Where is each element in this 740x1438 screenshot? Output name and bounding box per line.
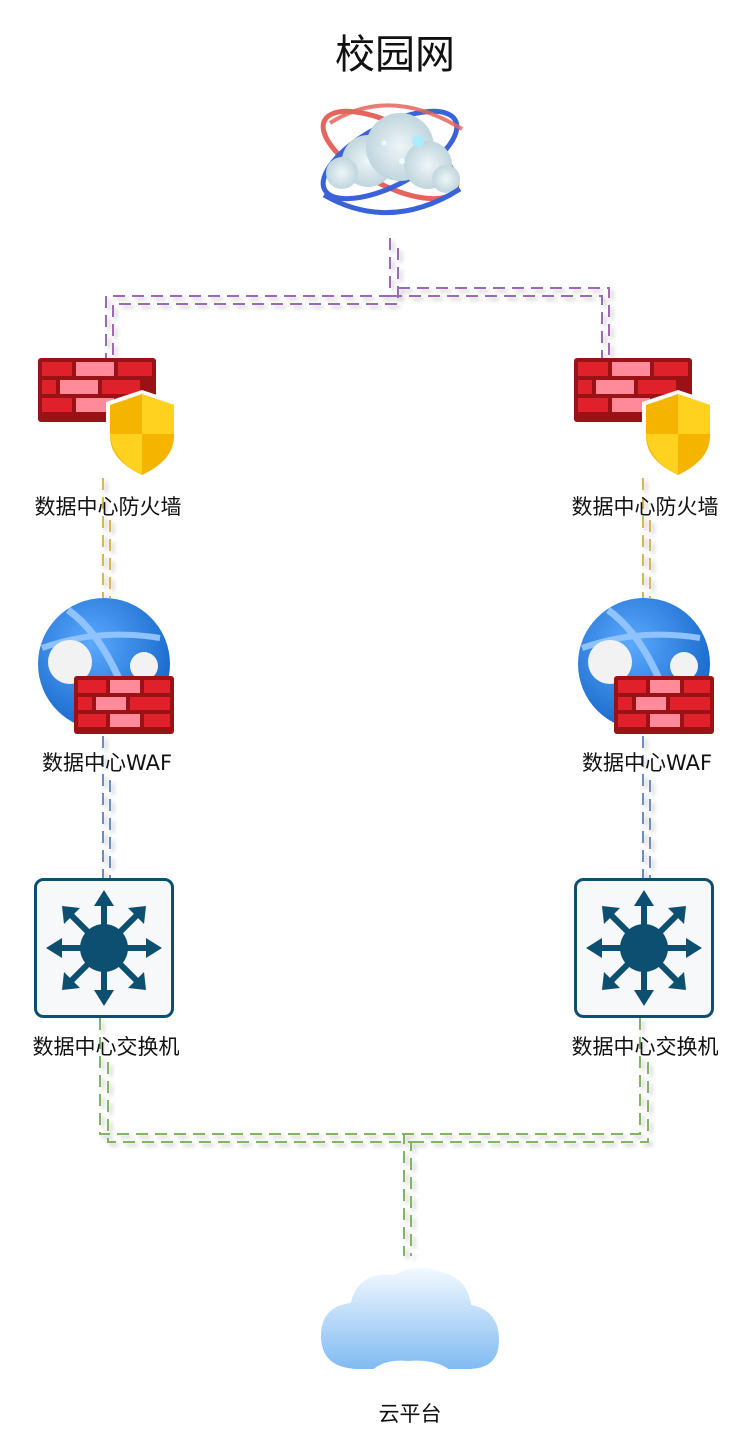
network-diagram <box>34 103 714 1371</box>
cloud-icon[interactable] <box>318 1265 502 1371</box>
network-switch-icon <box>586 890 702 1006</box>
waf-left[interactable] <box>38 598 174 734</box>
brick-wall-icon <box>74 676 174 734</box>
switch-right[interactable] <box>574 878 714 1018</box>
network-switch-icon <box>46 890 162 1006</box>
shield-icon <box>106 390 178 480</box>
switch-left-label: 数据中心交换机 <box>32 1035 180 1059</box>
firewall-right[interactable] <box>574 358 714 480</box>
brick-wall-icon <box>614 676 714 734</box>
waf-right-label: 数据中心WAF <box>581 751 713 775</box>
connector-firewall-waf <box>102 478 651 598</box>
firewall-left-label: 数据中心防火墙 <box>34 495 182 519</box>
connector-bottom <box>99 1018 649 1256</box>
waf-right[interactable] <box>578 598 714 734</box>
firewall-right-label: 数据中心防火墙 <box>571 495 719 519</box>
globe-orbit-icon <box>320 103 464 216</box>
shield-icon <box>642 390 714 480</box>
connector-waf-switch <box>102 736 651 878</box>
cloud-platform-label: 云平台 <box>378 1402 442 1426</box>
switch-right-label: 数据中心交换机 <box>571 1035 719 1059</box>
switch-left[interactable] <box>34 878 174 1018</box>
firewall-left[interactable] <box>38 358 178 480</box>
page-title: 校园网 <box>335 32 455 78</box>
connector-top <box>105 238 610 358</box>
waf-left-label: 数据中心WAF <box>41 751 173 775</box>
